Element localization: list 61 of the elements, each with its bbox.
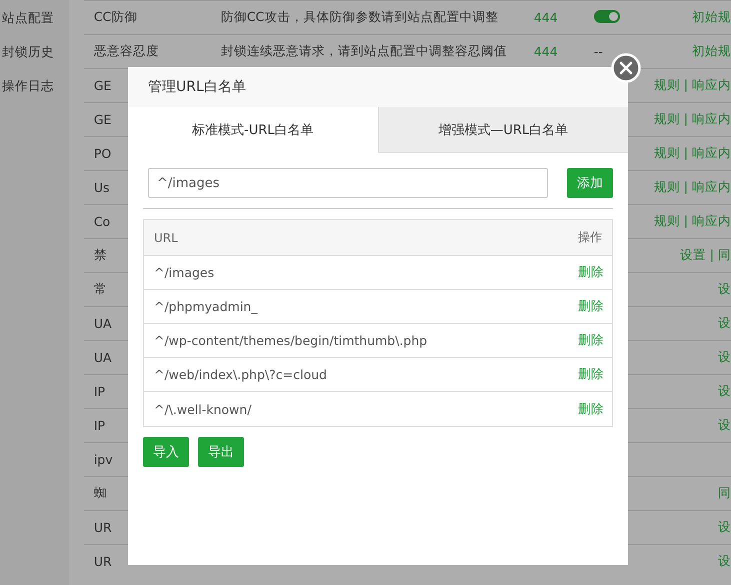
rule-name: IP <box>94 418 106 433</box>
action-links[interactable]: 规则 | 响应内 <box>654 213 731 230</box>
rule-name: Us <box>94 180 110 195</box>
action-links[interactable]: 设 <box>718 349 731 366</box>
url-cell: ^/web/index\.php\?c=cloud <box>154 367 327 382</box>
action-links[interactable]: 规则 | 响应内 <box>654 111 731 128</box>
rule-name: 恶意容忍度 <box>94 43 159 60</box>
action-links[interactable]: 初始规 <box>692 9 731 26</box>
delete-link[interactable]: 删除 <box>578 400 604 418</box>
rule-name: UA <box>94 350 112 365</box>
rule-name: ipv <box>94 452 113 467</box>
rule-description: 封锁连续恶意请求，请到站点配置中调整容忍阈值 <box>220 43 507 58</box>
response-code: 444 <box>534 10 558 25</box>
delete-link[interactable]: 删除 <box>578 264 604 281</box>
rule-name: 蜘 <box>94 485 107 502</box>
rule-name: 禁 <box>94 247 107 264</box>
rule-name: GE <box>94 112 112 127</box>
sidebar-item[interactable]: 操作日志 <box>0 78 69 95</box>
action-links[interactable]: 设 <box>718 553 731 570</box>
delete-link[interactable]: 删除 <box>578 298 604 315</box>
response-code: 444 <box>534 44 558 59</box>
status-text: -- <box>594 44 603 59</box>
url-cell: ^/phpmyadmin_ <box>154 299 258 314</box>
rule-name: Co <box>94 214 110 229</box>
action-links[interactable]: 设置 | 同 <box>680 247 731 264</box>
add-button[interactable]: 添加 <box>567 168 613 198</box>
rule-description: 防御CC攻击，具体防御参数请到站点配置中调整 <box>220 9 498 24</box>
rule-name: UR <box>94 554 112 569</box>
column-header: URL <box>154 230 178 244</box>
tab[interactable]: 增强模式—URL白名单 <box>378 107 628 153</box>
rule-name: UA <box>94 316 112 331</box>
rule-name: UR <box>94 520 112 535</box>
dialog-title: 管理URL白名单 <box>148 78 246 96</box>
url-cell: ^/images <box>154 265 214 280</box>
export-button[interactable]: 导出 <box>198 437 244 467</box>
action-links[interactable]: 初始规 <box>692 43 731 60</box>
action-links[interactable]: 设 <box>718 315 731 332</box>
url-cell: ^/\.well-known/ <box>154 402 252 416</box>
action-links[interactable]: 设 <box>718 383 731 400</box>
rule-name: PO <box>94 146 112 161</box>
action-links[interactable]: 同 <box>718 485 731 502</box>
url-input-field[interactable]: ^/images <box>148 168 548 198</box>
sidebar-item[interactable]: 站点配置 <box>0 10 69 27</box>
column-header: 操作 <box>578 229 602 246</box>
action-links[interactable]: 规则 | 响应内 <box>654 179 731 196</box>
rule-name: CC防御 <box>94 9 138 26</box>
sidebar-item[interactable]: 封锁历史 <box>0 44 69 61</box>
close-icon[interactable] <box>611 53 641 83</box>
action-links[interactable]: 设 <box>718 519 731 536</box>
rule-name: 常 <box>94 281 107 298</box>
import-button[interactable]: 导入 <box>143 437 189 467</box>
delete-link[interactable]: 删除 <box>578 332 604 349</box>
url-cell: ^/wp-content/themes/begin/timthumb\.php <box>154 333 428 348</box>
action-links[interactable]: 设 <box>718 281 731 298</box>
action-links[interactable]: 规则 | 响应内 <box>654 145 731 162</box>
rule-name: GE <box>94 78 112 93</box>
rule-name: IP <box>94 384 106 399</box>
toggle-switch[interactable] <box>594 10 620 22</box>
delete-link[interactable]: 删除 <box>578 366 604 383</box>
action-links[interactable]: 规则 | 响应内 <box>654 77 731 94</box>
action-links[interactable]: 设 <box>718 417 731 434</box>
